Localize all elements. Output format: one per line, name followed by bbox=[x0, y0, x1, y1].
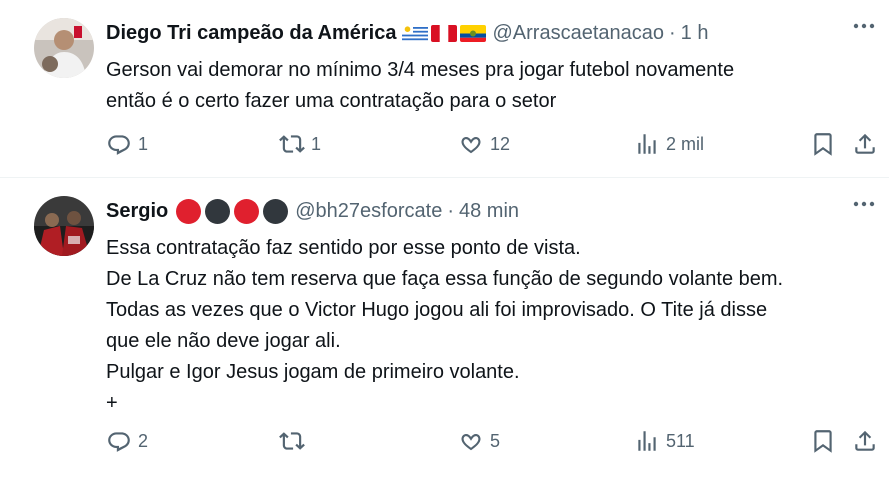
uruguay-flag-icon bbox=[402, 24, 429, 42]
user-handle[interactable]: @Arrascaetanacao bbox=[492, 22, 664, 45]
name-badges bbox=[402, 24, 487, 42]
views-count: 2 mil bbox=[666, 133, 705, 154]
bookmark-icon bbox=[814, 430, 832, 453]
share-button[interactable] bbox=[852, 129, 878, 159]
tweet-header: Sergio @bh27esforcate · 48 min bbox=[106, 198, 869, 224]
tweet[interactable]: Sergio @bh27esforcate · 48 min Essa cont… bbox=[0, 178, 889, 478]
user-handle[interactable]: @bh27esforcate bbox=[295, 200, 442, 223]
repost-button[interactable] bbox=[279, 426, 311, 456]
red-circle-icon bbox=[176, 198, 202, 224]
separator: · bbox=[669, 21, 676, 44]
peru-flag-icon bbox=[431, 24, 458, 42]
like-count: 5 bbox=[490, 430, 501, 451]
tweet-header: Diego Tri campeão da América @Arrascaeta… bbox=[106, 20, 869, 46]
black-circle-icon bbox=[263, 198, 289, 224]
avatar[interactable] bbox=[34, 18, 94, 78]
reply-count: 1 bbox=[138, 133, 149, 154]
more-options-icon[interactable] bbox=[853, 196, 875, 207]
reply-icon bbox=[108, 432, 130, 452]
action-bar: 1 1 12 2 mil bbox=[106, 129, 886, 159]
tweet-text: Essa contratação faz sentido por esse po… bbox=[106, 237, 784, 414]
repost-count: 1 bbox=[311, 133, 322, 154]
bookmark-icon bbox=[814, 133, 832, 156]
views-chart-icon bbox=[638, 431, 656, 451]
views-count: 511 bbox=[666, 430, 695, 451]
reply-count: 2 bbox=[138, 430, 149, 451]
more-options-icon[interactable] bbox=[853, 18, 875, 29]
red-circle-icon bbox=[234, 198, 260, 224]
bookmark-button[interactable] bbox=[810, 426, 836, 456]
tweet-timestamp[interactable]: 1 h bbox=[681, 22, 709, 45]
share-icon bbox=[855, 133, 875, 154]
tweet-timestamp[interactable]: 48 min bbox=[459, 200, 519, 223]
views-button[interactable]: 511 bbox=[634, 426, 695, 456]
tweet-text: Gerson vai demorar no mínimo 3/4 meses p… bbox=[106, 59, 735, 112]
views-chart-icon bbox=[638, 134, 656, 154]
share-button[interactable] bbox=[852, 426, 878, 456]
separator: · bbox=[447, 199, 454, 222]
action-bar: 2 5 511 bbox=[106, 426, 886, 456]
like-button[interactable]: 12 bbox=[458, 129, 510, 159]
views-button[interactable]: 2 mil bbox=[634, 129, 704, 159]
bookmark-button[interactable] bbox=[810, 129, 836, 159]
heart-icon bbox=[461, 433, 481, 451]
heart-icon bbox=[461, 136, 481, 154]
repost-icon bbox=[279, 432, 305, 450]
display-name[interactable]: Sergio bbox=[106, 200, 168, 223]
tweet[interactable]: Diego Tri campeão da América @Arrascaeta… bbox=[0, 0, 889, 178]
reply-button[interactable]: 2 bbox=[106, 426, 148, 456]
reply-icon bbox=[108, 135, 130, 155]
display-name[interactable]: Diego Tri campeão da América bbox=[106, 22, 396, 45]
repost-icon bbox=[279, 135, 305, 153]
black-circle-icon bbox=[205, 198, 231, 224]
name-badges bbox=[176, 198, 289, 224]
ecuador-flag-icon bbox=[460, 24, 487, 42]
like-button[interactable]: 5 bbox=[458, 426, 500, 456]
share-icon bbox=[855, 430, 875, 451]
repost-button[interactable]: 1 bbox=[279, 129, 321, 159]
reply-button[interactable]: 1 bbox=[106, 129, 148, 159]
avatar[interactable] bbox=[34, 196, 94, 256]
like-count: 12 bbox=[490, 133, 511, 154]
